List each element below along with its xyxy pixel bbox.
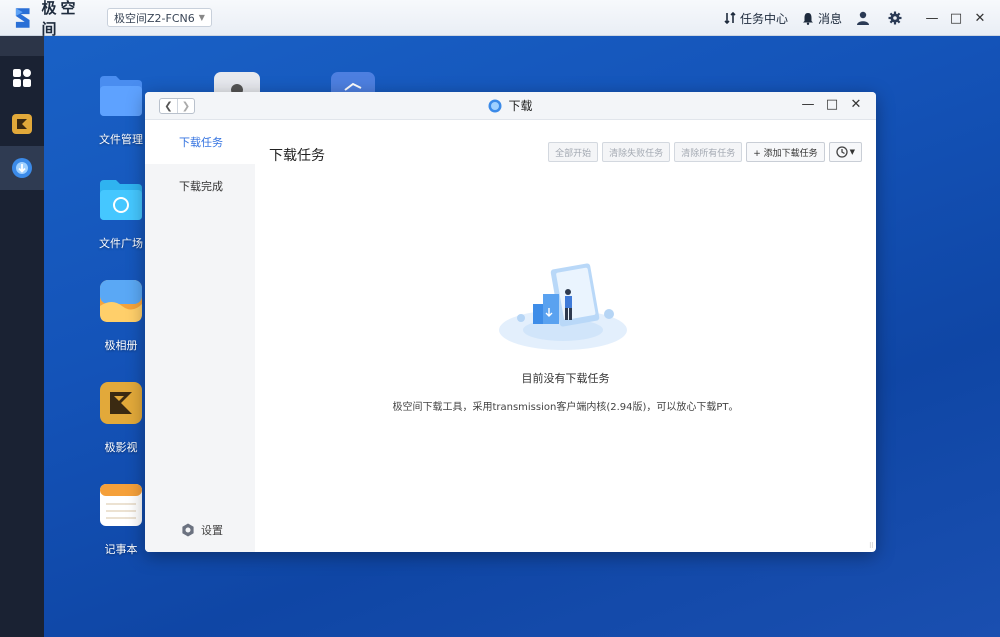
monitor-icon <box>331 72 375 102</box>
download-app-icon <box>12 158 32 178</box>
empty-state-illustration <box>499 263 627 350</box>
bell-icon <box>802 12 813 25</box>
dock-apps[interactable] <box>0 56 44 100</box>
sidebar-item-label: 下载完成 <box>179 180 223 193</box>
speed-limit-dropdown[interactable]: ▼ <box>828 142 862 162</box>
download-app-icon <box>488 99 502 112</box>
clear-all-button[interactable]: 清除所有任务 <box>674 142 743 162</box>
task-icon <box>724 12 736 24</box>
sidebar-settings-button[interactable]: 设置 <box>181 522 223 538</box>
video-app-icon <box>100 382 142 424</box>
dock-handle[interactable] <box>0 36 44 56</box>
download-window: ❮ ❯ 下载 — □ ✕ 下载任务 下载完成 设置 下载任务 全部开始 清除失败… <box>145 92 876 552</box>
messages-label: 消息 <box>817 11 842 26</box>
forward-button[interactable]: ❯ <box>177 99 194 113</box>
minimize-button[interactable]: — <box>920 11 944 26</box>
apps-grid-icon <box>13 69 31 87</box>
back-button[interactable]: ❮ <box>160 99 177 113</box>
notepad-icon <box>100 484 142 526</box>
device-name: 极空间Z2-FCN6 <box>114 11 195 25</box>
photo-album-icon <box>100 280 142 322</box>
disk-icon <box>214 72 260 102</box>
brand-logo: 极空间 <box>12 0 97 39</box>
main-content: 下载任务 全部开始 清除失败任务 清除所有任务 + 添加下载任务 ▼ 目前没有下… <box>255 120 876 552</box>
resize-handle[interactable]: ⠿ <box>869 542 874 550</box>
sidebar-item-completed[interactable]: 下载完成 <box>145 164 255 208</box>
page-title: 下载任务 <box>269 148 325 164</box>
user-icon <box>857 11 869 25</box>
window-maximize-button[interactable]: □ <box>820 97 844 112</box>
chevron-down-icon: ▼ <box>198 13 205 22</box>
settings-label: 设置 <box>201 524 223 537</box>
user-button[interactable] <box>856 11 874 25</box>
gear-icon <box>888 11 902 25</box>
close-button[interactable]: ✕ <box>968 11 992 26</box>
device-selector[interactable]: 极空间Z2-FCN6 ▼ <box>107 8 212 27</box>
folder-icon <box>100 76 142 116</box>
add-task-button[interactable]: + 添加下载任务 <box>746 142 825 162</box>
empty-state-description: 极空间下载工具，采用transmission客户端内核(2.94版)，可以放心下… <box>392 402 739 413</box>
empty-state-title: 目前没有下载任务 <box>521 372 610 385</box>
task-center-button[interactable]: 任务中心 <box>724 10 788 27</box>
clear-failed-button[interactable]: 清除失败任务 <box>602 142 671 162</box>
speed-icon <box>835 146 848 158</box>
brand-name: 极空间 <box>41 0 80 38</box>
nav-buttons: ❮ ❯ <box>159 98 195 114</box>
messages-button[interactable]: 消息 <box>802 10 842 27</box>
shared-folder-icon <box>100 180 142 220</box>
left-dock <box>0 36 44 637</box>
settings-hex-icon <box>182 523 194 537</box>
start-all-button[interactable]: 全部开始 <box>548 142 599 162</box>
top-bar: 极空间 极空间Z2-FCN6 ▼ 任务中心 消息 — □ ✕ <box>0 0 1000 39</box>
window-titlebar[interactable]: ❮ ❯ 下载 — □ ✕ <box>145 92 876 120</box>
settings-button[interactable] <box>888 11 906 25</box>
sidebar-item-label: 下载任务 <box>179 136 223 149</box>
toolbar: 全部开始 清除失败任务 清除所有任务 + 添加下载任务 ▼ <box>548 142 862 162</box>
window-sidebar: 下载任务 下载完成 设置 <box>145 120 255 552</box>
window-title-text: 下载 <box>508 99 533 113</box>
sidebar-item-download-tasks[interactable]: 下载任务 <box>145 120 255 164</box>
maximize-button[interactable]: □ <box>944 11 968 26</box>
task-center-label: 任务中心 <box>739 11 788 26</box>
chevron-down-icon: ▼ <box>849 148 855 156</box>
dock-download[interactable] <box>0 146 44 190</box>
window-close-button[interactable]: ✕ <box>844 97 868 112</box>
window-title: 下载 <box>488 97 533 114</box>
dock-video[interactable] <box>0 102 44 146</box>
logo-icon <box>15 7 30 28</box>
video-app-icon <box>12 114 32 134</box>
window-minimize-button[interactable]: — <box>796 97 820 112</box>
